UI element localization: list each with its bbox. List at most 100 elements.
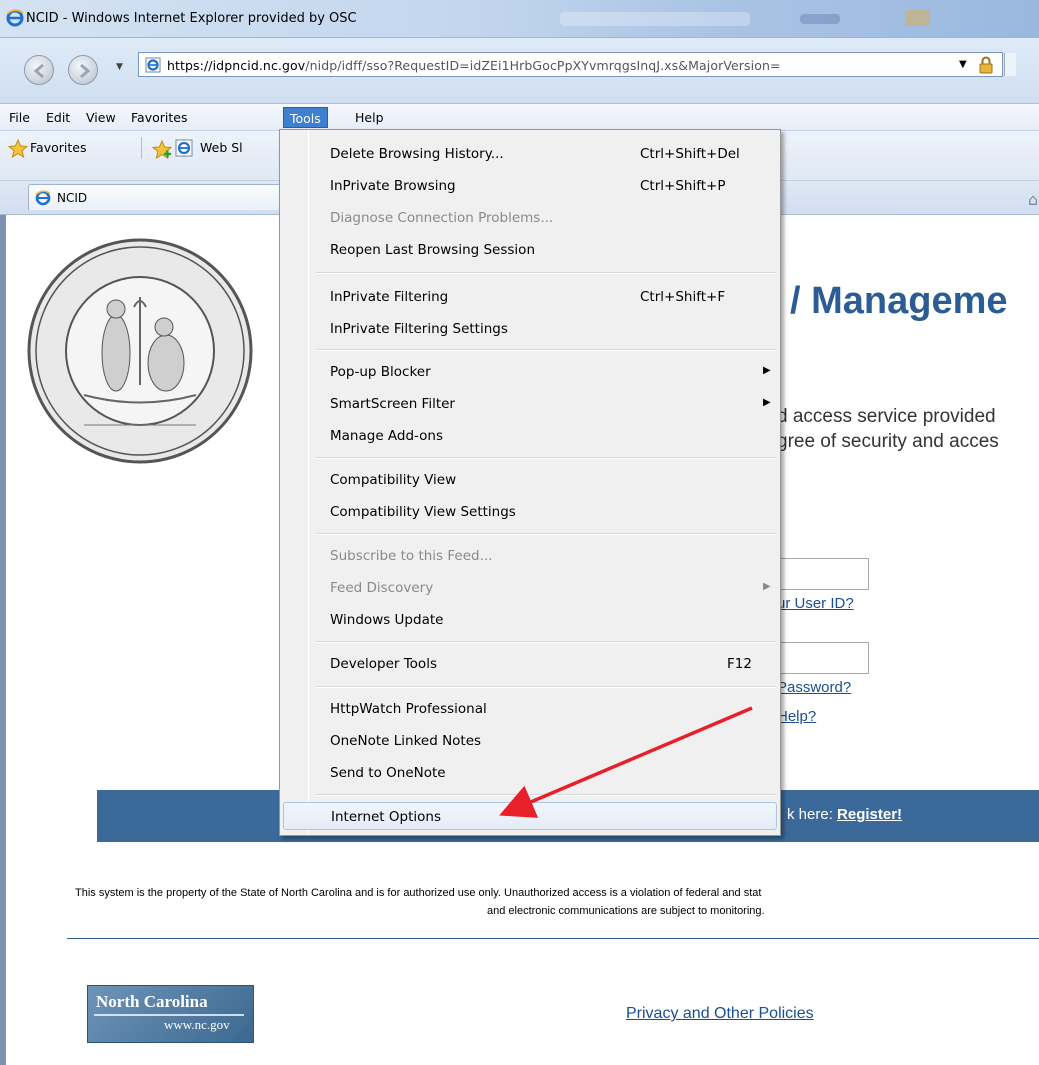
- menu-item-label: Windows Update: [330, 612, 444, 628]
- history-dropdown-icon[interactable]: ▼: [116, 62, 123, 72]
- window-titlebar: NCID - Windows Internet Explorer provide…: [0, 0, 1039, 38]
- menu-separator: [316, 686, 776, 688]
- tab-label: NCID: [57, 191, 88, 205]
- page-icon: [145, 57, 161, 76]
- menu-item-inprivate-filtering[interactable]: InPrivate Filtering Ctrl+Shift+F: [283, 283, 777, 311]
- home-icon[interactable]: ⌂: [1028, 190, 1038, 209]
- menu-edit[interactable]: Edit: [40, 107, 76, 128]
- page-heading: / Manageme: [790, 280, 1008, 322]
- menu-item-compatibility-view-settings[interactable]: Compatibility View Settings: [283, 498, 777, 526]
- intro-text-line-2: gree of security and acces: [777, 431, 999, 452]
- menu-item-label: InPrivate Browsing: [330, 178, 456, 194]
- menu-item-label: InPrivate Filtering Settings: [330, 321, 508, 337]
- add-to-favorites-bar-icon[interactable]: [151, 139, 173, 163]
- menu-item-popup-blocker[interactable]: Pop-up Blocker ▶: [283, 358, 777, 386]
- menu-item-label: InPrivate Filtering: [330, 289, 449, 305]
- lock-icon[interactable]: [977, 56, 995, 77]
- nc-logo-url: www.nc.gov: [164, 1017, 230, 1032]
- menu-item-inprivate-browsing[interactable]: InPrivate Browsing Ctrl+Shift+P: [283, 172, 777, 200]
- navigation-bar: ▼ https://idpncid.nc.gov/nidp/idff/sso?R…: [0, 38, 1039, 104]
- menu-separator: [316, 272, 776, 274]
- tools-dropdown-menu: Delete Browsing History... Ctrl+Shift+De…: [279, 129, 781, 836]
- menu-item-label: Manage Add-ons: [330, 428, 444, 444]
- forgot-user-id-link[interactable]: ur User ID?: [777, 595, 854, 612]
- titlebar-blurred-region: [560, 12, 750, 26]
- menu-item-subscribe-feed: Subscribe to this Feed...: [283, 542, 777, 570]
- menu-item-label: Compatibility View: [330, 472, 457, 488]
- forward-button[interactable]: [68, 55, 98, 85]
- footer-divider: [67, 938, 1039, 939]
- menu-file[interactable]: File: [3, 107, 36, 128]
- password-input[interactable]: [777, 642, 869, 674]
- menu-item-internet-options[interactable]: Internet Options: [283, 802, 777, 830]
- address-dropdown-icon[interactable]: ▼: [959, 59, 967, 70]
- back-button[interactable]: [24, 55, 54, 85]
- menu-item-windows-update[interactable]: Windows Update: [283, 606, 777, 634]
- web-slice-gallery-link[interactable]: Web Sl: [200, 140, 243, 155]
- submenu-arrow-icon: ▶: [763, 365, 771, 376]
- menu-help[interactable]: Help: [349, 107, 390, 128]
- menu-item-label: Subscribe to this Feed...: [330, 548, 493, 564]
- menu-item-label: SmartScreen Filter: [330, 396, 455, 412]
- menu-item-label: Diagnose Connection Problems...: [330, 210, 554, 226]
- legal-notice-line-1: This system is the property of the State…: [75, 887, 762, 899]
- ie-logo-icon: [6, 9, 24, 30]
- titlebar-blurred-region: [905, 10, 930, 26]
- menu-item-developer-tools[interactable]: Developer Tools F12: [283, 650, 777, 678]
- menu-item-compatibility-view[interactable]: Compatibility View: [283, 466, 777, 494]
- menu-item-label: Internet Options: [331, 809, 441, 825]
- url-text[interactable]: https://idpncid.nc.gov/nidp/idff/sso?Req…: [167, 58, 781, 73]
- menu-tools[interactable]: Tools: [283, 107, 328, 128]
- menu-item-send-to-onenote[interactable]: Send to OneNote: [283, 759, 777, 787]
- tab-ie-icon: [35, 190, 51, 209]
- submenu-arrow-icon: ▶: [763, 581, 771, 592]
- menu-separator: [316, 349, 776, 351]
- menu-item-label: Delete Browsing History...: [330, 146, 504, 162]
- menu-item-inprivate-filtering-settings[interactable]: InPrivate Filtering Settings: [283, 315, 777, 343]
- tab-ncid[interactable]: NCID: [28, 184, 288, 210]
- favorites-star-icon[interactable]: [7, 138, 29, 162]
- menu-view[interactable]: View: [80, 107, 122, 128]
- menu-separator: [316, 641, 776, 643]
- web-slice-icon[interactable]: [175, 139, 193, 160]
- menu-item-shortcut: F12: [727, 656, 752, 672]
- favorites-button[interactable]: Favorites: [30, 140, 86, 155]
- favorites-separator: [141, 137, 142, 159]
- need-help-link[interactable]: Help?: [777, 708, 816, 725]
- submenu-arrow-icon: ▶: [763, 397, 771, 408]
- register-link[interactable]: Register!: [837, 806, 902, 823]
- titlebar-blurred-region: [800, 14, 840, 24]
- menu-item-shortcut: Ctrl+Shift+P: [640, 178, 726, 194]
- privacy-policies-link[interactable]: Privacy and Other Policies: [626, 1005, 814, 1023]
- menu-item-manage-addons[interactable]: Manage Add-ons: [283, 422, 777, 450]
- address-bar[interactable]: https://idpncid.nc.gov/nidp/idff/sso?Req…: [138, 52, 1016, 77]
- menu-bar: File Edit View Favorites Tools Help: [0, 104, 1039, 131]
- menu-favorites[interactable]: Favorites: [125, 107, 193, 128]
- menu-item-label: Pop-up Blocker: [330, 364, 431, 380]
- menu-item-shortcut: Ctrl+Shift+Del: [640, 146, 740, 162]
- menu-item-label: Compatibility View Settings: [330, 504, 516, 520]
- menu-item-reopen-last-session[interactable]: Reopen Last Browsing Session: [283, 236, 777, 264]
- window-title: NCID - Windows Internet Explorer provide…: [26, 11, 357, 26]
- menu-separator: [316, 457, 776, 459]
- nc-logo-title: North Carolina: [96, 992, 208, 1011]
- forgot-password-link[interactable]: Password?: [777, 679, 851, 696]
- refresh-icon[interactable]: [1004, 53, 1016, 76]
- menu-item-label: Feed Discovery: [330, 580, 434, 596]
- nc-gov-logo[interactable]: North Carolina www.nc.gov: [87, 985, 254, 1043]
- menu-separator: [316, 794, 776, 796]
- menu-item-httpwatch[interactable]: HttpWatch Professional: [283, 695, 777, 723]
- menu-item-delete-browsing-history[interactable]: Delete Browsing History... Ctrl+Shift+De…: [283, 140, 777, 168]
- menu-item-shortcut: Ctrl+Shift+F: [640, 289, 726, 305]
- menu-item-onenote-linked-notes[interactable]: OneNote Linked Notes: [283, 727, 777, 755]
- menu-item-label: Send to OneNote: [330, 765, 446, 781]
- menu-item-label: Reopen Last Browsing Session: [330, 242, 535, 258]
- nc-logo-rule: [94, 1014, 244, 1016]
- user-id-input[interactable]: [777, 558, 869, 590]
- menu-item-smartscreen-filter[interactable]: SmartScreen Filter ▶: [283, 390, 777, 418]
- register-text: k here: Register!: [787, 806, 903, 823]
- menu-item-diagnose-connection: Diagnose Connection Problems...: [283, 204, 777, 232]
- nc-state-seal-image: [24, 235, 256, 470]
- menu-item-feed-discovery: Feed Discovery ▶: [283, 574, 777, 602]
- menu-separator: [316, 533, 776, 535]
